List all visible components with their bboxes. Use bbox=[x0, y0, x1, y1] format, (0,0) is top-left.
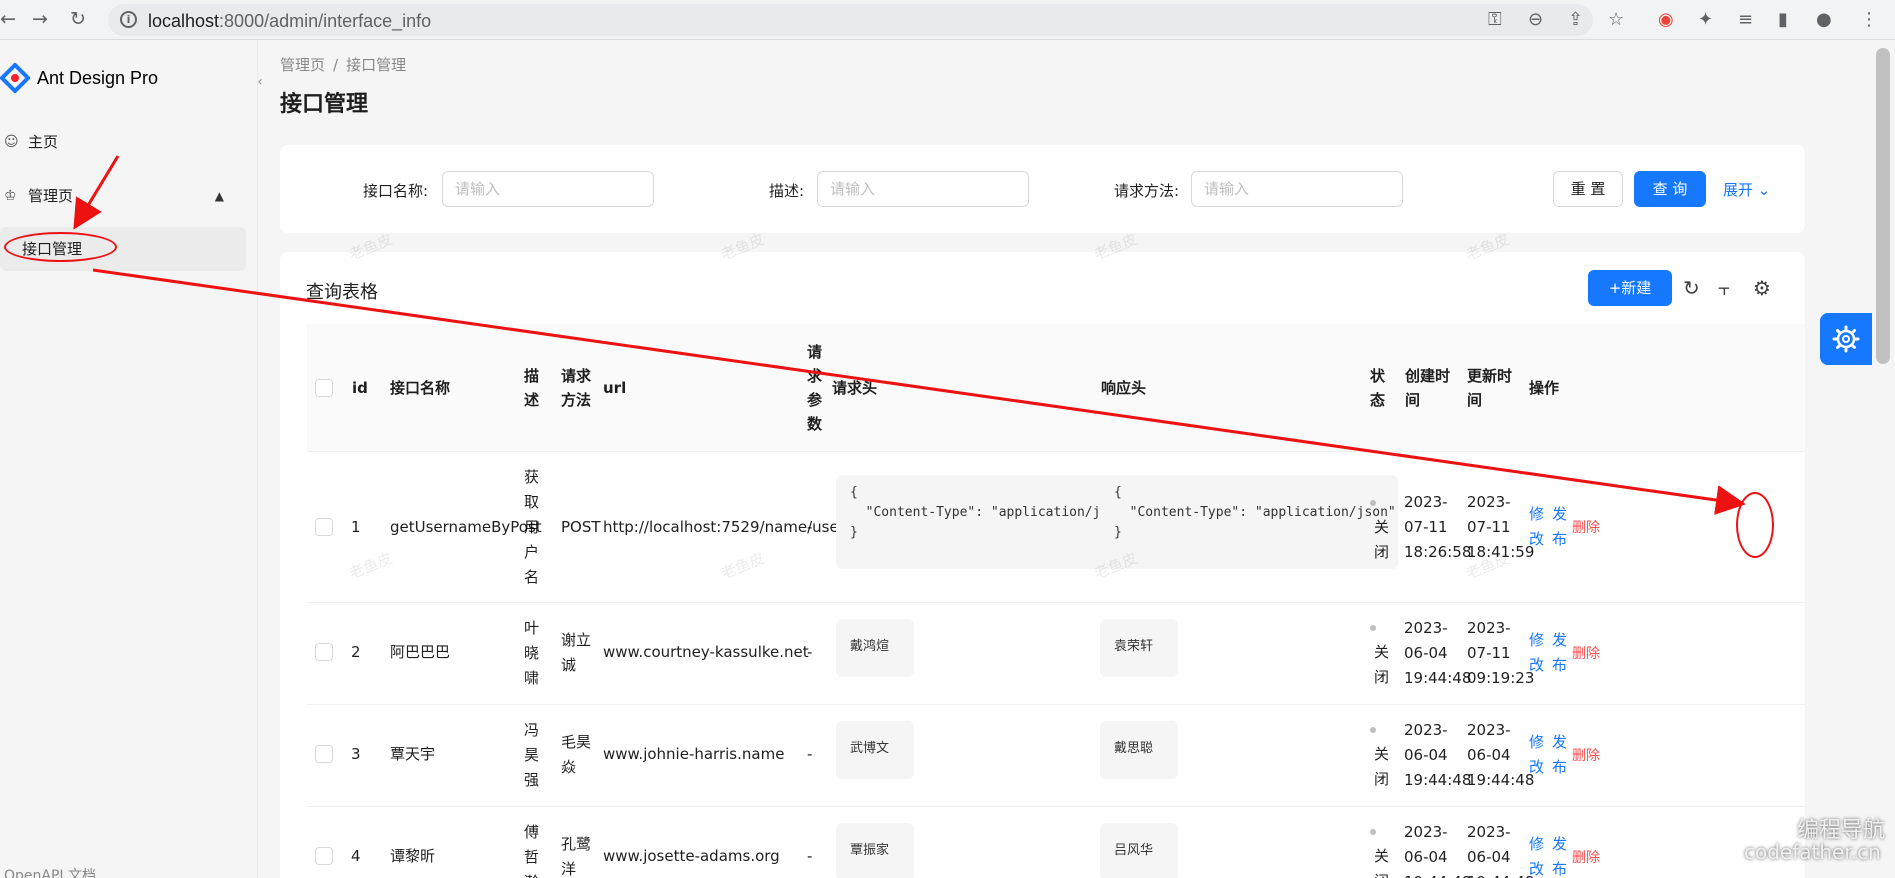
annotation-arrow bbox=[73, 155, 120, 230]
annotation-overlay bbox=[73, 155, 1746, 515]
corner-watermark: codefather.cn bbox=[1744, 840, 1881, 864]
annotation-ellipse bbox=[4, 232, 117, 262]
annotation-arrow bbox=[92, 268, 1746, 515]
annotation-ellipse bbox=[1736, 492, 1774, 558]
